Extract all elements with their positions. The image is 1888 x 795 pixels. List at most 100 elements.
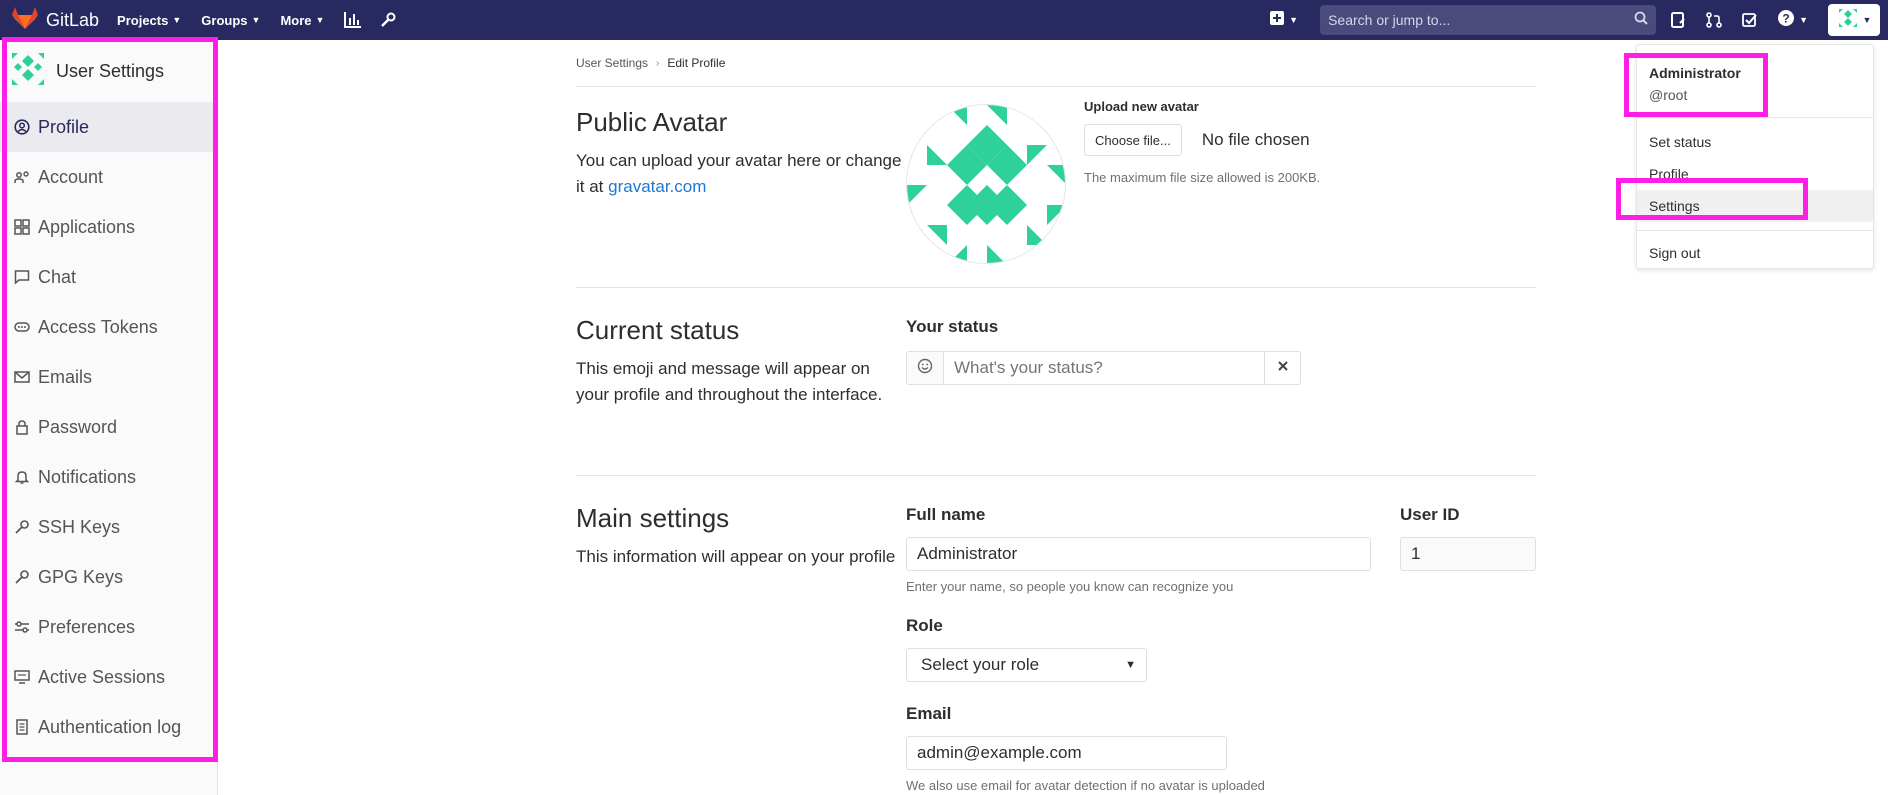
full-name-hint: Enter your name, so people you know can … (906, 579, 1234, 594)
user-id-label: User ID (1400, 505, 1460, 524)
sidebar-item-profile[interactable]: Profile (0, 102, 217, 152)
lock-icon (14, 419, 30, 435)
breadcrumb-edit-profile[interactable]: Edit Profile (667, 56, 725, 70)
status-input-group (906, 351, 1301, 385)
issues-icon[interactable] (1670, 12, 1686, 28)
upload-avatar-label: Upload new avatar (1084, 99, 1199, 114)
preferences-icon (14, 619, 30, 635)
sidebar-item-label: Notifications (38, 466, 137, 487)
dropdown-user-handle: @root (1649, 87, 1688, 103)
role-select[interactable]: Select your role ▼ (906, 648, 1147, 682)
todos-icon[interactable] (1742, 12, 1758, 28)
svg-text:?: ? (1782, 11, 1789, 25)
smiley-icon (917, 358, 933, 379)
new-item-button[interactable]: ▼ (1270, 10, 1299, 30)
brand-name: GitLab (46, 9, 100, 30)
gitlab-home-link[interactable]: GitLab (12, 6, 99, 35)
nav-more[interactable]: More ▼ (280, 13, 324, 28)
applications-icon (14, 219, 30, 235)
avatar-upload-area: Upload new avatar Choose file... No file… (1084, 99, 1320, 287)
plus-square-icon (1270, 10, 1285, 30)
chevron-down-icon: ▼ (315, 15, 325, 25)
bell-icon (14, 469, 30, 485)
sidebar-item-password[interactable]: Password (0, 402, 217, 452)
sidebar-item-applications[interactable]: Applications (0, 202, 217, 252)
email-label: Email (906, 704, 952, 723)
sidebar-item-gpg-keys[interactable]: GPG Keys (0, 552, 217, 602)
sidebar-item-account[interactable]: Account (0, 152, 217, 202)
dropdown-set-status[interactable]: Set status (1637, 126, 1873, 158)
token-icon (14, 319, 30, 335)
nav-groups[interactable]: Groups ▼ (201, 13, 260, 28)
your-status-label: Your status (906, 317, 999, 336)
key-icon (14, 569, 30, 585)
user-menu-button[interactable]: ▼ (1828, 4, 1880, 36)
main-settings-fields: Full name Administrator Enter your name,… (906, 505, 1536, 793)
dropdown-sign-out[interactable]: Sign out (1637, 237, 1873, 269)
email-input[interactable]: admin@example.com (906, 736, 1227, 770)
main-content: User Settings › Edit Profile Public Avat… (576, 40, 1536, 793)
breadcrumb-user-settings[interactable]: User Settings (576, 56, 648, 70)
sidebar-item-label: SSH Keys (38, 516, 121, 537)
dropdown-user-name: Administrator (1649, 65, 1741, 81)
search-input[interactable] (1328, 12, 1635, 28)
sidebar-item-chat[interactable]: Chat (0, 252, 217, 302)
profile-icon (14, 119, 30, 135)
full-name-input[interactable]: Administrator (906, 537, 1371, 571)
admin-wrench-icon[interactable] (380, 12, 396, 28)
status-section: Current status This emoji and message wi… (576, 288, 1536, 476)
close-icon (1277, 359, 1289, 377)
merge-requests-icon[interactable] (1706, 12, 1722, 28)
activity-chart-icon[interactable] (344, 12, 362, 28)
log-icon (14, 719, 30, 735)
sidebar-item-label: Preferences (38, 616, 136, 637)
search-box[interactable] (1320, 5, 1657, 35)
main-settings-section: Main settings This information will appe… (576, 476, 1536, 793)
dropdown-user-info[interactable]: Administrator @root (1637, 45, 1873, 117)
no-file-chosen-text: No file chosen (1201, 130, 1310, 149)
avatar-section: Public Avatar You can upload your avatar… (576, 87, 1536, 288)
sidebar-header[interactable]: User Settings (0, 40, 217, 102)
sidebar-item-emails[interactable]: Emails (0, 352, 217, 402)
sidebar-item-access-tokens[interactable]: Access Tokens (0, 302, 217, 352)
sidebar-item-label: Authentication log (38, 716, 182, 737)
avatar-preview (906, 104, 1066, 264)
help-button[interactable]: ? ▼ (1778, 9, 1808, 31)
chevron-down-icon: ▼ (1289, 15, 1299, 25)
sidebar-item-active-sessions[interactable]: Active Sessions (0, 652, 217, 702)
status-section-title: Current status (576, 315, 740, 345)
nav-projects[interactable]: Projects ▼ (117, 13, 181, 28)
chat-icon (14, 269, 30, 285)
clear-status-button[interactable] (1264, 352, 1300, 384)
dropdown-profile[interactable]: Profile (1637, 158, 1873, 190)
caret-down-icon: ▼ (1125, 659, 1136, 671)
avatar-size-hint: The maximum file size allowed is 200KB. (1084, 170, 1321, 185)
gravatar-link[interactable]: gravatar.com (608, 177, 706, 196)
top-navbar: GitLab Projects▼ Groups▼ More▼ ▼ ? ▼ ▼ (0, 0, 1888, 40)
account-icon (14, 169, 30, 185)
sidebar-item-label: Chat (38, 266, 77, 287)
email-hint: We also use email for avatar detection i… (906, 778, 1265, 793)
sidebar-item-preferences[interactable]: Preferences (0, 602, 217, 652)
dropdown-settings[interactable]: Settings (1637, 190, 1873, 222)
full-name-label: Full name (906, 505, 986, 524)
email-icon (14, 369, 30, 385)
emoji-picker-button[interactable] (907, 352, 944, 384)
sidebar-item-label: Emails (38, 366, 93, 387)
choose-file-button[interactable]: Choose file... (1084, 124, 1182, 156)
sidebar-item-ssh-keys[interactable]: SSH Keys (0, 502, 217, 552)
status-input[interactable] (944, 352, 1264, 384)
gitlab-logo-icon (12, 6, 38, 35)
sidebar-item-label: GPG Keys (38, 566, 124, 587)
sidebar-item-label: Active Sessions (38, 666, 166, 687)
dropdown-divider (1637, 230, 1873, 231)
sidebar-item-notifications[interactable]: Notifications (0, 452, 217, 502)
main-settings-title: Main settings (576, 503, 730, 533)
sidebar-item-authentication-log[interactable]: Authentication log (0, 702, 217, 752)
status-section-desc: This emoji and message will appear on yo… (576, 359, 883, 404)
user-id-field: 1 (1400, 537, 1536, 571)
avatar-icon (1837, 7, 1859, 34)
sessions-icon (14, 669, 30, 685)
nav-more-label: More (280, 12, 312, 28)
dropdown-divider (1637, 117, 1873, 118)
